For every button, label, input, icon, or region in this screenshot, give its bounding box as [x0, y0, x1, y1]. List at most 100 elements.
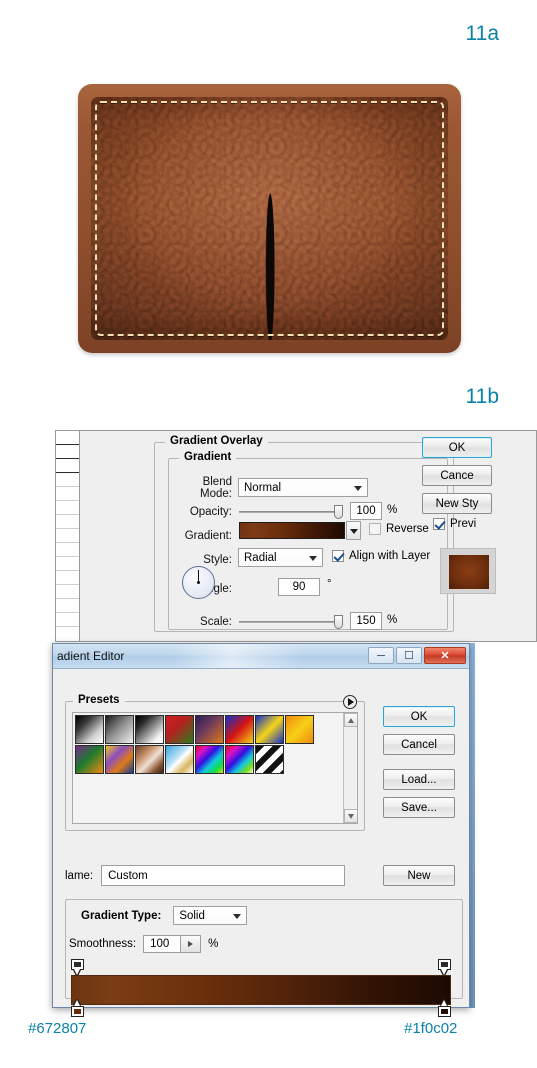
scale-slider[interactable]: [239, 615, 343, 629]
angle-input[interactable]: 90: [278, 578, 320, 596]
layer-style-preview-swatch: [449, 555, 489, 589]
layer-style-new-style-button[interactable]: New Sty: [422, 493, 492, 514]
presets-scrollbar[interactable]: [343, 713, 357, 823]
leather-wallet-artwork: [78, 84, 461, 353]
styles-list-row[interactable]: [56, 571, 79, 585]
layer-style-ok-button[interactable]: OK: [422, 437, 492, 458]
gradient-editor-save-button[interactable]: Save...: [383, 797, 455, 818]
styles-list-row[interactable]: [56, 557, 79, 571]
align-with-layer-label: Align with Layer: [349, 550, 431, 562]
gradient-strip[interactable]: [71, 975, 451, 1005]
preset-red-green[interactable]: [165, 715, 194, 744]
styles-list-row[interactable]: [56, 599, 79, 613]
gradient-overlay-title: Gradient Overlay: [165, 435, 268, 447]
opacity-slider[interactable]: [239, 505, 343, 519]
color-stop-end[interactable]: [438, 1000, 451, 1017]
opacity-stop-start[interactable]: [71, 959, 84, 975]
preset-blue-red-yellow[interactable]: [225, 715, 254, 744]
window-controls[interactable]: ─ ☐ ✕: [368, 647, 466, 664]
presets-grid[interactable]: [75, 715, 343, 774]
scale-label: Scale:: [200, 616, 232, 628]
gradient-type-select[interactable]: Solid: [173, 906, 248, 925]
leather-inner-panel: [91, 97, 448, 340]
gradient-label-row: Gradient:: [172, 526, 232, 546]
gradient-editor-body: Presets OK Cancel Load... Save... lame: …: [53, 669, 469, 1017]
close-icon[interactable]: ✕: [424, 647, 466, 664]
presets-panel[interactable]: [72, 712, 358, 824]
scale-input[interactable]: 150: [350, 612, 382, 630]
opacity-slider-thumb[interactable]: [334, 505, 343, 519]
preset-violet-green-orange[interactable]: [75, 745, 104, 774]
scroll-up-icon[interactable]: [344, 713, 357, 727]
opacity-unit: %: [387, 504, 398, 516]
preset-menu-icon[interactable]: [343, 695, 357, 709]
reverse-checkbox[interactable]: [369, 523, 381, 535]
styles-list-row[interactable]: [56, 445, 79, 459]
chevron-down-icon: [309, 555, 317, 561]
angle-dial[interactable]: [182, 566, 215, 599]
preset-yellow-violet-orange-blue[interactable]: [105, 745, 134, 774]
gradient-editor-ok-button[interactable]: OK: [383, 706, 455, 727]
styles-list-row[interactable]: [56, 515, 79, 529]
styles-list-panel[interactable]: [56, 431, 80, 641]
gradient-strip-area[interactable]: [71, 959, 451, 1017]
styles-list-row[interactable]: [56, 585, 79, 599]
angle-value: 90: [292, 581, 306, 593]
ge-ok-label: OK: [410, 710, 428, 723]
preset-spectrum[interactable]: [195, 745, 224, 774]
angle-unit: °: [327, 578, 332, 590]
styles-list-row[interactable]: [56, 543, 79, 557]
preset-foreground-to-background[interactable]: [75, 715, 104, 744]
reverse-checkbox-row[interactable]: Reverse: [369, 523, 429, 535]
preset-violet-orange[interactable]: [195, 715, 224, 744]
align-with-layer-checkbox[interactable]: [332, 550, 344, 562]
styles-list-row[interactable]: [56, 487, 79, 501]
preset-foreground-to-transparent[interactable]: [105, 715, 134, 744]
preset-black-white[interactable]: [135, 715, 164, 744]
layer-style-cancel-label: Cance: [440, 469, 474, 482]
scroll-down-icon[interactable]: [344, 809, 357, 823]
opacity-stop-end[interactable]: [438, 959, 451, 975]
styles-list-row[interactable]: [56, 501, 79, 515]
gradient-editor-window: adient Editor ─ ☐ ✕ Presets OK Cancel Lo…: [52, 643, 470, 1017]
gradient-editor-titlebar[interactable]: adient Editor ─ ☐ ✕: [53, 644, 469, 669]
gradient-name-input[interactable]: Custom: [101, 865, 346, 886]
gradient-group-title: Gradient: [179, 451, 237, 463]
step-label-11b: 11b: [465, 385, 499, 408]
titlebar-sheen: [173, 644, 303, 668]
smoothness-stepper[interactable]: [181, 935, 202, 953]
gradient-editor-load-button[interactable]: Load...: [383, 769, 455, 790]
gradient-picker-button[interactable]: [346, 521, 361, 540]
gradient-editor-new-button[interactable]: New: [383, 865, 455, 886]
layer-style-preview-row[interactable]: Previ: [433, 518, 476, 530]
preset-transparent-stripes[interactable]: [255, 745, 284, 774]
styles-list-row[interactable]: [56, 613, 79, 627]
color-stop-start[interactable]: [71, 1000, 84, 1017]
smoothness-input[interactable]: 100: [143, 935, 182, 953]
blend-mode-select[interactable]: Normal: [238, 478, 368, 497]
style-select[interactable]: Radial: [238, 548, 323, 567]
minimize-icon[interactable]: ─: [368, 647, 394, 664]
left-hex-caption: #672807: [28, 1020, 87, 1037]
opacity-input[interactable]: 100: [350, 502, 382, 520]
gradient-swatch[interactable]: [239, 522, 345, 539]
styles-list-row[interactable]: [56, 459, 79, 473]
styles-list-row[interactable]: [56, 529, 79, 543]
blend-mode-label: Blend Mode:: [200, 476, 232, 500]
preset-orange-yellow-orange[interactable]: [285, 715, 314, 744]
preset-chrome[interactable]: [165, 745, 194, 774]
maximize-icon[interactable]: ☐: [396, 647, 422, 664]
gradient-name-label: lame:: [65, 869, 94, 882]
gradient-editor-cancel-button[interactable]: Cancel: [383, 734, 455, 755]
layer-style-preview-checkbox[interactable]: [433, 518, 445, 530]
scale-slider-thumb[interactable]: [334, 615, 343, 629]
smoothness-value: 100: [150, 938, 170, 950]
gradient-type-label: Gradient Type:: [77, 909, 166, 922]
styles-list-row[interactable]: [56, 473, 79, 487]
styles-list-row[interactable]: [56, 431, 79, 445]
preset-copper[interactable]: [135, 745, 164, 774]
align-with-layer-row[interactable]: Align with Layer: [332, 550, 430, 562]
layer-style-cancel-button[interactable]: Cance: [422, 465, 492, 486]
preset-blue-yellow-blue[interactable]: [255, 715, 284, 744]
preset-transparent-rainbow[interactable]: [225, 745, 254, 774]
